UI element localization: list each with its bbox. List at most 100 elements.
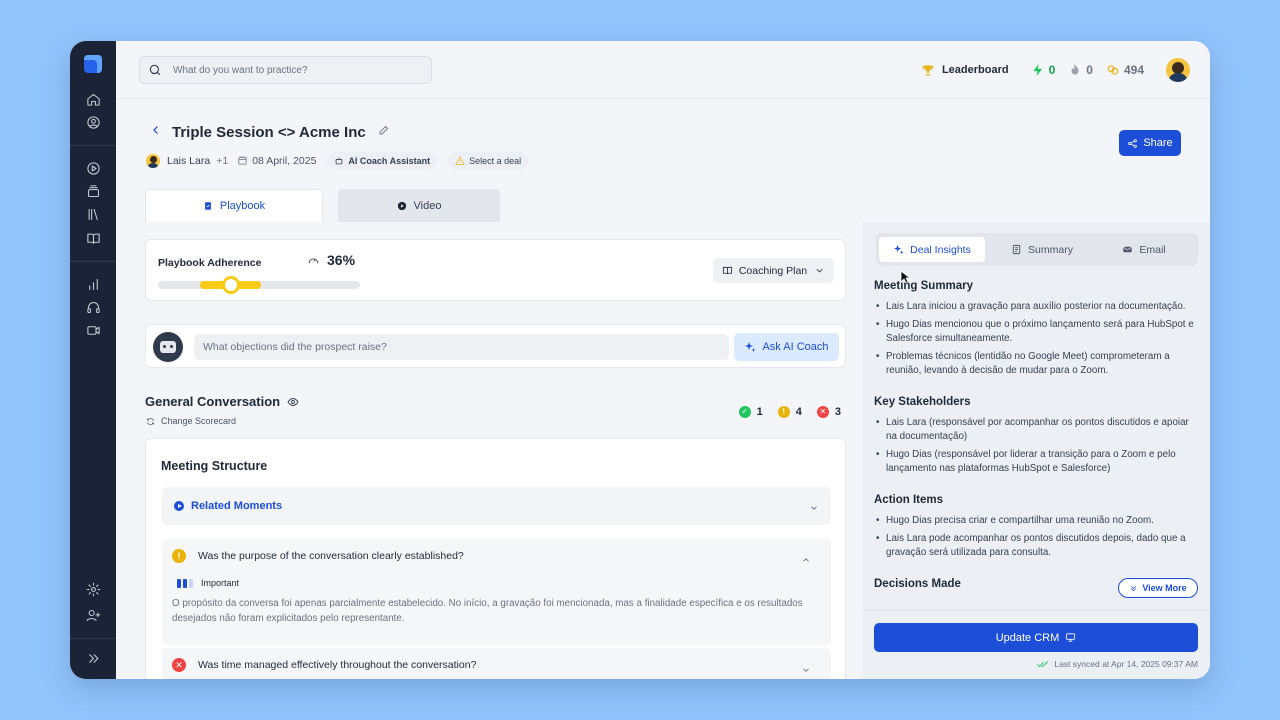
play-circle-icon[interactable] [84,159,102,177]
app-window: Leaderboard 0 0 494 Triple Session <> Ac… [70,41,1210,679]
insight-section: Key Stakeholders Lais Lara (responsável … [874,396,1199,476]
book-open-icon[interactable] [84,229,102,247]
chevron-down-icon [816,268,823,273]
gauge-icon [308,257,319,263]
tab-video-label: Video [413,199,442,212]
select-deal-chip[interactable]: Select a deal [448,152,529,169]
library-icon[interactable] [84,205,102,223]
owner-avatar [146,153,160,168]
question-row: ! Was the purpose of the conversation cl… [172,549,464,563]
tab-email[interactable]: Email [1091,237,1197,262]
coaching-plan-label: Coaching Plan [738,264,808,277]
ask-ai-input[interactable] [194,334,729,360]
share-icon [1128,138,1138,148]
streak-stat: 0 [1068,63,1093,77]
home-icon[interactable] [84,90,102,108]
search-input[interactable] [173,64,413,76]
view-more-button[interactable]: View More [1118,578,1198,598]
view-more-label: View More [1142,583,1187,593]
update-crm-label: Update CRM [995,631,1060,644]
adherence-label: Playbook Adherence [158,257,262,269]
layers-icon[interactable] [84,182,102,200]
priority-label: Important [201,578,240,588]
app-logo[interactable] [84,55,102,73]
last-synced-text: Last synced at Apr 14, 2025 09:37 AM [1054,659,1198,669]
insight-section: Action Items Hugo Dias precisa criar e c… [874,494,1199,560]
session-date: 08 April, 2025 [237,155,316,167]
chevrons-down-icon [1131,585,1137,591]
top-right-actions: Leaderboard 0 0 494 [921,57,1190,83]
leaderboard-link[interactable]: Leaderboard [921,63,1009,77]
warn-count-value: 4 [795,406,802,418]
ai-coach-assistant-label: AI Coach Assistant [348,155,431,166]
tab-playbook[interactable]: Playbook [145,189,323,222]
change-scorecard-link[interactable]: Change Scorecard [146,416,236,426]
play-icon [397,201,406,210]
search-box[interactable] [139,56,432,84]
double-check-icon [1037,660,1049,667]
update-crm-button[interactable]: Update CRM [874,623,1198,652]
adherence-score: 36% [307,252,355,268]
eye-icon[interactable] [287,396,299,408]
question-item[interactable]: ✕ Was time managed effectively throughou… [162,648,831,679]
tab-deal-insights[interactable]: Deal Insights [879,237,985,262]
list-item: Hugo Dias mencionou que o próximo lançam… [874,318,1199,346]
edit-icon[interactable] [366,123,390,141]
settings-icon[interactable] [84,580,102,598]
mouse-cursor-icon [900,270,910,284]
chevron-down-icon[interactable] [801,662,811,679]
expand-sidebar-icon[interactable] [84,649,102,667]
tab-deal-insights-label: Deal Insights [910,243,971,256]
select-deal-label: Select a deal [469,155,522,166]
lightning-icon [1032,64,1042,76]
related-moments-toggle[interactable]: Related Moments [162,487,831,525]
headset-icon[interactable] [84,298,102,316]
change-scorecard-label: Change Scorecard [161,416,237,426]
share-label: Share [1143,137,1173,149]
video-camera-icon[interactable] [84,321,102,339]
share-button[interactable]: Share [1119,130,1181,156]
add-user-icon[interactable] [84,606,102,624]
sync-status: Last synced at Apr 14, 2025 09:37 AM [1037,659,1198,669]
robot-icon [336,157,343,164]
coaching-plan-dropdown[interactable]: Coaching Plan [713,258,834,283]
section-title: Action Items [874,494,944,506]
title-row: Triple Session <> Acme Inc [150,123,390,141]
owner-name[interactable]: Lais Lara [167,155,210,167]
insights-content: Meeting Summary Lais Lara iniciou a grav… [874,280,1199,610]
priority-badge: Important [177,578,239,588]
related-moments-label: Related Moments [191,500,283,512]
meeting-structure-card: Meeting Structure Related Moments ! Was … [145,438,846,679]
chevron-up-icon[interactable] [801,552,811,570]
list-item: Problemas técnicos (lentidão no Google M… [874,350,1199,378]
list-item: Hugo Dias precisa criar e compartilhar u… [874,514,1199,528]
sidebar [70,41,116,679]
ask-ai-coach-label: Ask AI Coach [762,341,829,353]
ai-coach-assistant-chip[interactable]: AI Coach Assistant [327,152,438,169]
pass-count: ✓ 1 [738,406,763,418]
tab-video[interactable]: Video [338,189,500,222]
x-icon: ✕ [816,406,829,418]
ai-bot-avatar [153,332,183,362]
search-icon [149,64,161,76]
profile-icon[interactable] [84,113,102,131]
play-circle-icon [174,501,184,511]
user-avatar[interactable] [1166,58,1190,82]
analytics-icon[interactable] [84,275,102,293]
warning-status-icon: ! [172,549,186,563]
warning-icon [455,156,465,165]
ask-ai-coach-button[interactable]: Ask AI Coach [734,333,839,361]
scorecard-title-text: General Conversation [145,394,281,409]
mail-icon [1123,246,1133,253]
streak-count: 0 [1086,63,1093,77]
back-icon[interactable] [150,123,162,141]
coins-icon [1107,65,1119,75]
sparkle-icon [745,342,756,352]
adherence-percent: 36% [327,252,356,268]
question-item[interactable]: ! Was the purpose of the conversation cl… [162,539,831,645]
energy-stat: 0 [1031,63,1055,77]
chevron-down-icon [809,500,819,518]
question-text: Was time managed effectively throughout … [198,659,477,671]
tab-summary[interactable]: Summary [989,237,1095,262]
extra-participants[interactable]: +1 [216,155,228,167]
